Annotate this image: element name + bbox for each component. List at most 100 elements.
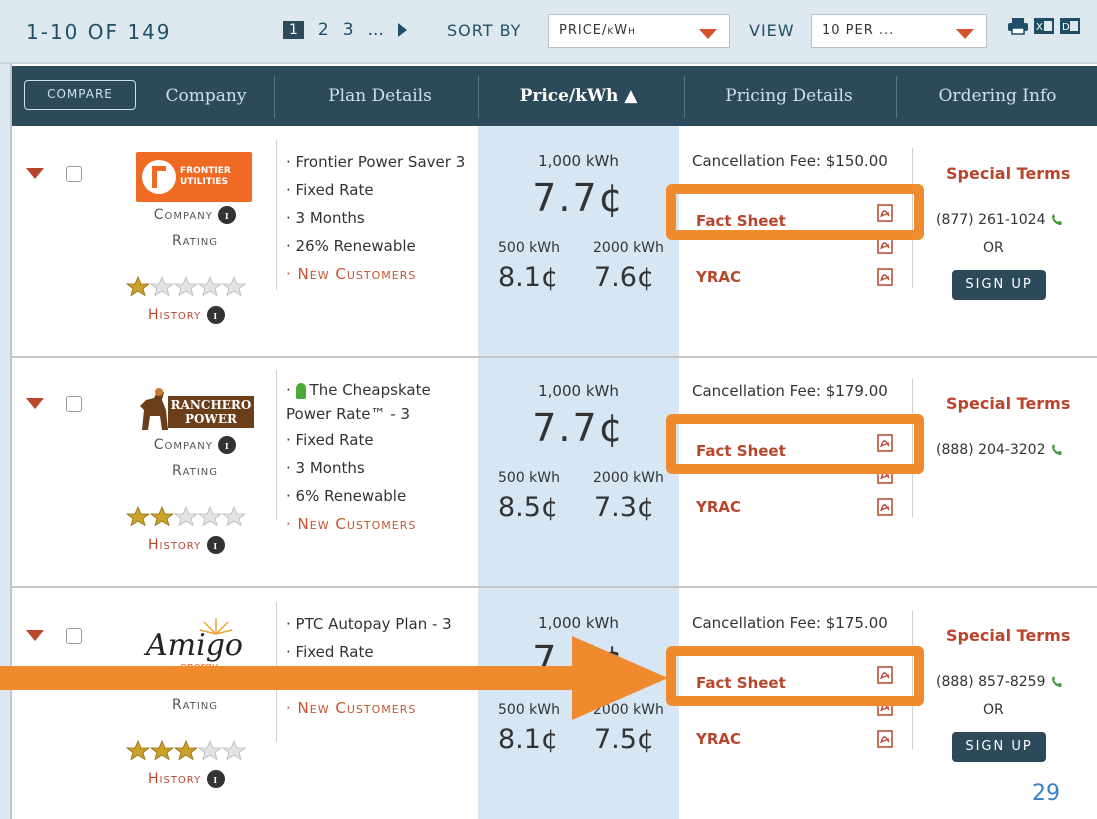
plan-detail-item: · Fixed Rate — [286, 181, 374, 199]
phone-icon — [1050, 674, 1064, 690]
view-select[interactable]: 10 PER ... — [811, 14, 987, 48]
pdf-icon[interactable] — [876, 730, 894, 748]
history-label: History — [148, 771, 202, 787]
document-icon[interactable]: D — [1059, 17, 1081, 35]
column-divider — [276, 370, 277, 520]
history-link[interactable]: History i — [148, 770, 225, 788]
annotation-arrow-icon — [0, 636, 668, 720]
row-divider — [12, 586, 1097, 588]
info-icon[interactable]: i — [218, 206, 237, 224]
history-label: History — [148, 307, 202, 323]
print-icon[interactable] — [1007, 17, 1029, 35]
chevron-down-icon — [956, 29, 974, 39]
page-ellipsis[interactable]: ... — [368, 20, 384, 40]
phone-number[interactable]: (888) 857-8259 — [936, 674, 1064, 690]
info-icon[interactable]: i — [206, 536, 225, 554]
pdf-icon[interactable] — [876, 268, 894, 286]
export-tools: X D — [1007, 17, 1081, 35]
page-link-2[interactable]: 2 — [318, 20, 329, 40]
star-icon — [149, 275, 175, 297]
sign-up-button[interactable]: SIGN UP — [952, 732, 1046, 762]
highlight-box — [666, 414, 924, 474]
cancellation-fee: Cancellation Fee: $179.00 — [692, 382, 888, 400]
phone-number[interactable]: (888) 204-3202 — [936, 442, 1064, 458]
star-icon — [125, 739, 151, 761]
price-500-value: 8.1¢ — [498, 724, 559, 755]
page: 1-10 OF 149 1 2 3 ... SORT BY PRICE/kWh … — [0, 0, 1097, 819]
pagination: 1 2 3 ... — [283, 20, 407, 40]
cactus-icon — [295, 382, 306, 399]
company-logo-text: FRONTIER UTILITIES — [180, 166, 231, 187]
sort-value: PRICE/kWh — [559, 23, 636, 38]
company-rating-label-line2: Rating — [171, 463, 219, 479]
price-500-value: 8.1¢ — [498, 262, 559, 293]
plan-detail-item: · 6% Renewable — [286, 487, 407, 505]
phone-number[interactable]: (877) 261-1024 — [936, 212, 1064, 228]
header-divider — [896, 76, 897, 118]
yrac-link[interactable]: YRAC — [696, 498, 741, 516]
company-rating-label-line1: Company — [153, 207, 213, 223]
compare-button[interactable]: COMPARE — [24, 80, 136, 110]
expand-chevron-icon[interactable] — [26, 398, 44, 409]
plan-details: · The Cheapskate Power Rate™ - 3 · Fixed … — [286, 378, 476, 538]
company-logo[interactable]: FRONTIER UTILITIES — [136, 152, 252, 202]
col-company[interactable]: Company — [144, 66, 268, 126]
price-2000-label: 2000 kWh — [593, 240, 664, 256]
highlight-box — [666, 646, 924, 706]
star-icon — [149, 739, 175, 761]
sort-label: SORT BY — [447, 21, 522, 40]
or-label: OR — [983, 240, 1004, 256]
page-link-3[interactable]: 3 — [343, 20, 354, 40]
info-icon[interactable]: i — [218, 436, 237, 454]
phone-number-text: (888) 204-3202 — [936, 442, 1046, 458]
special-terms-link[interactable]: Special Terms — [946, 626, 1070, 645]
pdf-icon[interactable] — [876, 498, 894, 516]
new-customers-link[interactable]: · New Customers — [286, 510, 476, 538]
plan-detail-text: Frontier Power Saver 3 — [295, 153, 466, 171]
compare-checkbox[interactable] — [66, 396, 82, 412]
phone-icon — [1050, 212, 1064, 228]
cancellation-fee: Cancellation Fee: $150.00 — [692, 152, 888, 170]
yrac-link[interactable]: YRAC — [696, 730, 741, 748]
sign-up-button[interactable]: SIGN UP — [952, 270, 1046, 300]
view-label: VIEW — [749, 21, 795, 40]
new-customers-link[interactable]: · New Customers — [286, 260, 476, 288]
info-icon[interactable]: i — [206, 770, 225, 788]
compare-checkbox[interactable] — [66, 166, 82, 182]
plan-detail-text: 3 Months — [295, 209, 365, 227]
star-icon — [197, 739, 223, 761]
col-plan-details[interactable]: Plan Details — [282, 66, 478, 126]
col-ordering-info[interactable]: Ordering Info — [898, 66, 1097, 126]
table-header: COMPARE Company Plan Details Price/kWh ▲… — [12, 66, 1097, 126]
info-icon[interactable]: i — [206, 306, 225, 324]
company-rating-label: Company i Rating — [140, 432, 250, 484]
cancellation-fee: Cancellation Fee: $175.00 — [692, 614, 888, 632]
col-pricing-details[interactable]: Pricing Details — [686, 66, 892, 126]
rating-stars — [125, 739, 247, 761]
page-link-1[interactable]: 1 — [283, 21, 304, 39]
star-icon — [149, 505, 175, 527]
expand-chevron-icon[interactable] — [26, 168, 44, 179]
company-logo[interactable]: RANCHERO POWER — [134, 386, 254, 432]
col-price-kwh[interactable]: Price/kWh ▲ — [478, 66, 679, 126]
next-page-icon[interactable] — [397, 23, 407, 37]
price-2000-value: 7.5¢ — [594, 724, 655, 755]
price-1000-value: 7.7¢ — [532, 406, 625, 450]
phone-number-text: (877) 261-1024 — [936, 212, 1046, 228]
plan-detail-item: · The Cheapskate Power Rate™ - 3 — [286, 381, 431, 423]
excel-icon[interactable]: X — [1033, 17, 1055, 35]
star-icon — [173, 505, 199, 527]
price-1000-label: 1,000 kWh — [538, 382, 619, 400]
view-value: 10 PER ... — [822, 23, 895, 38]
plan-detail-item: · 3 Months — [286, 459, 365, 477]
star-icon — [221, 739, 247, 761]
or-label: OR — [983, 702, 1004, 718]
yrac-link[interactable]: YRAC — [696, 268, 741, 286]
special-terms-link[interactable]: Special Terms — [946, 394, 1070, 413]
special-terms-link[interactable]: Special Terms — [946, 164, 1070, 183]
star-icon — [221, 505, 247, 527]
history-link[interactable]: History i — [148, 306, 225, 324]
history-link[interactable]: History i — [148, 536, 225, 554]
plan-detail-item: · 3 Months — [286, 209, 365, 227]
sort-select[interactable]: PRICE/kWh — [548, 14, 730, 48]
